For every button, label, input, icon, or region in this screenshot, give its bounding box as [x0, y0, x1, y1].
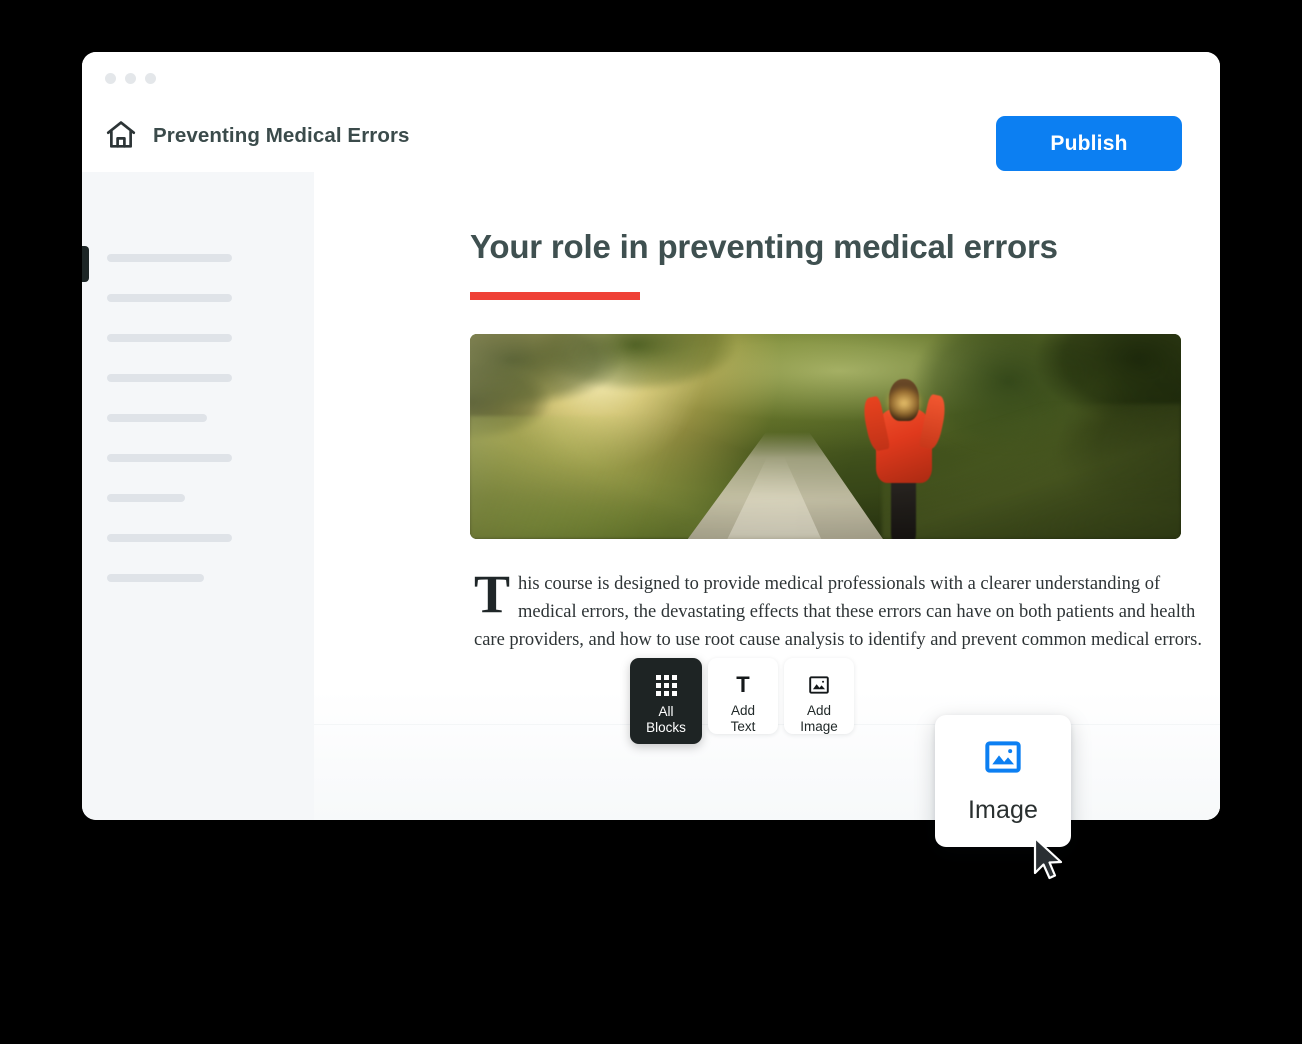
list-item[interactable] — [107, 534, 232, 542]
app-header: Preventing Medical Errors Publish — [82, 104, 1220, 172]
home-icon[interactable] — [104, 118, 138, 152]
heading-accent-rule — [470, 292, 640, 300]
image-icon — [983, 737, 1023, 782]
window-close-dot[interactable] — [105, 73, 116, 84]
add-text-label: Add Text — [731, 703, 756, 734]
add-image-label: Add Image — [800, 703, 838, 734]
paragraph-dropcap: T — [474, 564, 511, 624]
image-icon — [808, 672, 830, 697]
list-item[interactable] — [107, 414, 207, 422]
add-text-label-line1: Add — [730, 703, 755, 718]
window-traffic-lights — [105, 73, 156, 84]
add-image-label-line1: Add — [806, 703, 832, 718]
list-item[interactable] — [107, 454, 232, 462]
list-item[interactable] — [107, 254, 232, 262]
image-block-card[interactable]: Image — [935, 715, 1071, 847]
list-item[interactable] — [107, 574, 204, 582]
add-text-label-line2: Text — [730, 718, 756, 734]
add-image-button[interactable]: Add Image — [784, 658, 854, 734]
all-blocks-button[interactable]: All Blocks — [630, 658, 702, 744]
window-minimize-dot[interactable] — [125, 73, 136, 84]
add-text-button[interactable]: T Add Text — [708, 658, 778, 734]
sidebar-skeleton-list — [107, 254, 297, 614]
list-item[interactable] — [107, 374, 232, 382]
hero-person-rimlight — [878, 383, 929, 432]
list-item[interactable] — [107, 334, 232, 342]
paragraph-text: his course is designed to provide medica… — [474, 574, 1202, 650]
list-item[interactable] — [107, 294, 232, 302]
add-image-label-line2: Image — [800, 718, 838, 734]
block-toolbar: All Blocks T Add Text Add Image — [630, 658, 854, 744]
all-blocks-label-line2: Blocks — [646, 719, 686, 735]
sidebar-active-tab-indicator[interactable] — [82, 246, 89, 282]
page-title: Preventing Medical Errors — [153, 124, 410, 147]
hero-image-block[interactable] — [470, 334, 1181, 539]
window-titlebar — [82, 52, 1220, 104]
sidebar — [82, 172, 314, 820]
hero-layer-person — [860, 379, 949, 539]
all-blocks-label: All Blocks — [646, 704, 686, 735]
text-t-icon: T — [736, 671, 750, 697]
list-item[interactable] — [107, 494, 185, 502]
all-blocks-label-line1: All — [658, 704, 674, 719]
body-paragraph-block[interactable]: This course is designed to provide medic… — [474, 564, 1204, 654]
window-maximize-dot[interactable] — [145, 73, 156, 84]
screen-root: Preventing Medical Errors Publish Your r… — [0, 0, 1302, 1044]
content-heading[interactable]: Your role in preventing medical errors — [470, 228, 1058, 266]
image-block-label: Image — [968, 796, 1038, 824]
grid-icon — [655, 672, 677, 698]
publish-button[interactable]: Publish — [996, 116, 1182, 171]
